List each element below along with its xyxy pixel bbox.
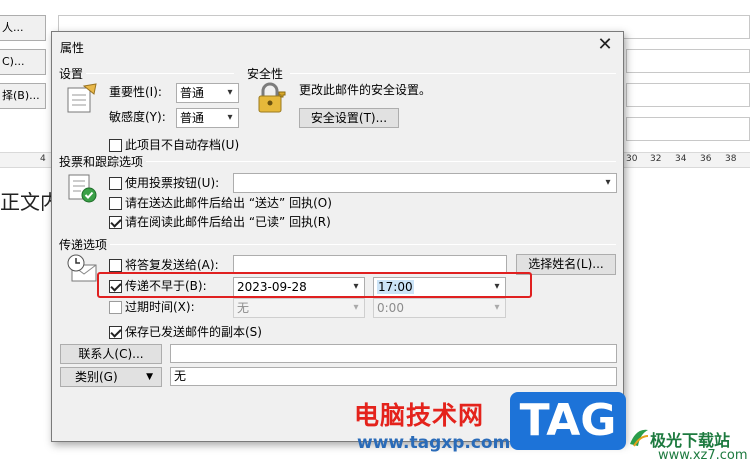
dialog-title: 属性: [60, 41, 85, 55]
save-copy-checkbox[interactable]: [109, 326, 122, 339]
message-settings-icon: [67, 83, 97, 113]
bg-to-button[interactable]: 人...: [0, 15, 46, 41]
save-copy-label: 保存已发送邮件的副本(S): [125, 325, 262, 339]
ruler-tick: 38: [725, 154, 737, 164]
voting-divider: [146, 161, 616, 162]
no-autoarchive-checkbox[interactable]: [109, 139, 122, 152]
delivery-group-title: 传递选项: [59, 238, 108, 252]
voting-group-title: 投票和跟踪选项: [59, 155, 144, 169]
use-voting-checkbox[interactable]: [109, 177, 122, 190]
delivery-clock-icon: [67, 254, 97, 282]
bg-cc-button[interactable]: C)...: [0, 49, 46, 75]
voting-buttons-select[interactable]: ▾: [233, 173, 617, 193]
categories-field[interactable]: 无: [170, 367, 617, 386]
ruler-tick: 34: [675, 154, 687, 164]
watermark-site-url: www.tagxp.com: [357, 433, 511, 453]
chevron-down-icon: ▾: [227, 87, 233, 98]
highlight-box: [97, 272, 532, 298]
no-autoarchive-label: 此项目不自动存档(U): [125, 138, 240, 152]
security-description: 更改此邮件的安全设置。: [299, 83, 432, 97]
expires-time-value: 0:00: [377, 301, 404, 315]
read-receipt-label: 请在阅读此邮件后给出 “已读” 回执(R): [125, 215, 331, 229]
expires-date-select[interactable]: 无 ▾: [233, 298, 365, 318]
sensitivity-value: 普通: [180, 111, 205, 125]
importance-select[interactable]: 普通 ▾: [176, 83, 239, 103]
security-divider: [290, 73, 616, 74]
bg-bcc-button[interactable]: 择(B)...: [0, 83, 46, 109]
chevron-down-icon: ▾: [227, 112, 233, 123]
expires-date-value: 无: [237, 301, 250, 315]
replies-to-checkbox[interactable]: [109, 259, 122, 272]
aurora-logo-icon: [630, 429, 649, 447]
ruler-tick: 32: [650, 154, 662, 164]
delivery-receipt-checkbox[interactable]: [109, 197, 122, 210]
settings-group-title: 设置: [59, 67, 84, 81]
close-icon[interactable]: ✕: [595, 35, 615, 55]
tag-logo: TAG: [510, 392, 626, 450]
watermark-brand-url: www.xz7.com: [658, 448, 748, 463]
importance-value: 普通: [180, 86, 205, 100]
chevron-down-icon: ▾: [494, 302, 500, 313]
expires-time-select[interactable]: 0:00 ▾: [373, 298, 506, 318]
contacts-button[interactable]: 联系人(C)...: [60, 344, 162, 364]
delivery-divider: [110, 244, 616, 245]
watermark-site-text: 电脑技术网: [354, 401, 485, 430]
voting-icon: [68, 174, 97, 203]
ruler-tick: 30: [626, 154, 638, 164]
expires-checkbox[interactable]: [109, 301, 122, 314]
categories-button[interactable]: 类别(G) ▼: [60, 367, 162, 387]
chevron-down-icon: ▾: [353, 302, 359, 313]
replies-to-label: 将答复发送给(A):: [125, 258, 219, 272]
importance-label: 重要性(I):: [109, 85, 162, 99]
security-group-title: 安全性: [247, 67, 284, 81]
contacts-field[interactable]: [170, 344, 617, 363]
bg-subject-field[interactable]: [626, 117, 750, 141]
sensitivity-select[interactable]: 普通 ▾: [176, 108, 239, 128]
use-voting-label: 使用投票按钮(U):: [125, 176, 220, 190]
bg-cc-field[interactable]: [626, 49, 750, 73]
triangle-down-icon: ▼: [146, 372, 153, 382]
bg-bcc-field[interactable]: [626, 83, 750, 107]
categories-button-label: 类别(G): [75, 370, 118, 384]
chevron-down-icon: ▾: [605, 177, 611, 188]
properties-dialog: 属性 ✕ 设置 重要性(I): 普通 ▾ 敏感度(Y): 普通 ▾ 此项目不自动…: [51, 31, 624, 442]
security-settings-button[interactable]: 安全设置(T)...: [299, 108, 399, 128]
expires-label: 过期时间(X):: [125, 300, 195, 314]
lock-icon: [258, 82, 286, 113]
sensitivity-label: 敏感度(Y):: [109, 110, 166, 124]
ruler-tick: 36: [700, 154, 712, 164]
delivery-receipt-label: 请在送达此邮件后给出 “送达” 回执(O): [125, 196, 332, 210]
read-receipt-checkbox[interactable]: [109, 216, 122, 229]
ruler-tick: 4: [40, 154, 46, 164]
settings-divider: [86, 73, 234, 74]
